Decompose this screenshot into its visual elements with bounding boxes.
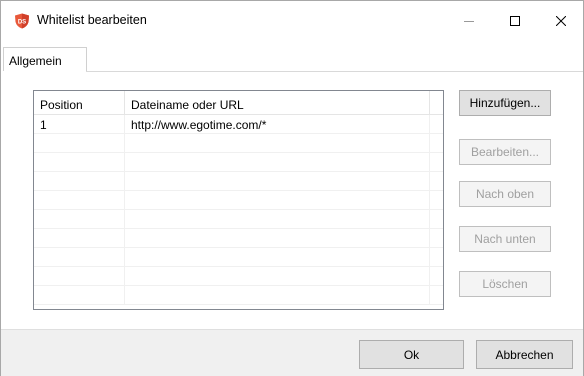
list-row (34, 134, 443, 153)
list-row (34, 191, 443, 210)
list-row (34, 172, 443, 191)
edit-button[interactable]: Bearbeiten... (459, 139, 551, 165)
list-rows: 1 http://www.egotime.com/* (34, 115, 443, 305)
app-shield-icon: DS (14, 13, 30, 29)
add-button[interactable]: Hinzufügen... (459, 90, 551, 116)
delete-button[interactable]: Löschen (459, 271, 551, 297)
row-position (34, 229, 125, 247)
title-bar[interactable]: DS Whitelist bearbeiten (1, 1, 583, 41)
list-row (34, 248, 443, 267)
move-down-button[interactable]: Nach unten (459, 226, 551, 252)
row-position (34, 248, 125, 266)
maximize-button[interactable] (492, 1, 538, 41)
tab-allgemein[interactable]: Allgemein (3, 47, 87, 71)
row-url (125, 267, 430, 285)
row-url (125, 153, 430, 171)
list-row (34, 229, 443, 248)
list-row (34, 286, 443, 305)
row-url (125, 248, 430, 266)
list-row (34, 267, 443, 286)
column-header-url[interactable]: Dateiname oder URL (125, 91, 430, 114)
maximize-icon (510, 16, 520, 26)
row-url (125, 210, 430, 228)
dialog-window: DS Whitelist bearbeiten Allgemein Positi… (0, 0, 584, 376)
row-url: http://www.egotime.com/* (125, 115, 430, 133)
list-header: Position Dateiname oder URL (34, 91, 443, 115)
row-url (125, 191, 430, 209)
row-url (125, 134, 430, 152)
row-position: 1 (34, 115, 125, 133)
list-row (34, 210, 443, 229)
row-url (125, 229, 430, 247)
row-url (125, 286, 430, 304)
close-icon (556, 16, 566, 26)
row-position (34, 210, 125, 228)
column-header-position[interactable]: Position (34, 91, 125, 114)
row-position (34, 267, 125, 285)
row-position (34, 286, 125, 304)
ok-button[interactable]: Ok (359, 340, 464, 369)
row-url (125, 172, 430, 190)
row-position (34, 191, 125, 209)
svg-text:DS: DS (18, 20, 26, 26)
whitelist-listview[interactable]: Position Dateiname oder URL 1 http://www… (33, 90, 444, 310)
minimize-icon (464, 21, 474, 22)
tab-strip: Allgemein (1, 41, 583, 72)
row-position (34, 134, 125, 152)
window-title: Whitelist bearbeiten (37, 13, 147, 27)
tab-label: Allgemein (9, 54, 62, 68)
row-position (34, 153, 125, 171)
list-row (34, 153, 443, 172)
minimize-button[interactable] (446, 1, 492, 41)
move-up-button[interactable]: Nach oben (459, 181, 551, 207)
list-row[interactable]: 1 http://www.egotime.com/* (34, 115, 443, 134)
cancel-button[interactable]: Abbrechen (476, 340, 573, 369)
close-button[interactable] (538, 1, 584, 41)
row-position (34, 172, 125, 190)
